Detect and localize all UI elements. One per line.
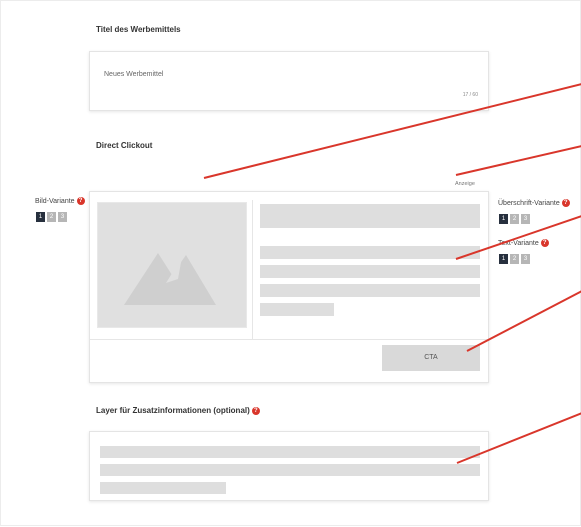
image-placeholder: [97, 202, 247, 328]
ueberschrift-variante-option-3[interactable]: 3: [521, 214, 530, 224]
bild-variante-text: Bild-Variante: [35, 197, 75, 205]
bild-variante-selector: 1 2 3: [36, 212, 67, 222]
help-icon[interactable]: ?: [76, 197, 85, 205]
text-variante-label: Text-Variante?: [498, 239, 549, 247]
text-line-placeholder: [260, 265, 480, 278]
layer-line-placeholder-short: [100, 482, 226, 494]
ad-editor-page: Titel des Werbemittels Neues Werbemittel…: [0, 0, 581, 526]
text-variante-text: Text-Variante: [498, 239, 539, 247]
text-variante-option-2[interactable]: 2: [510, 254, 519, 264]
ueberschrift-variante-text: Überschrift-Variante: [498, 199, 560, 207]
anzeige-label: Anzeige: [455, 181, 475, 187]
help-icon[interactable]: ?: [540, 239, 549, 247]
ueberschrift-variante-selector: 1 2 3: [499, 214, 530, 224]
layer-section-text: Layer für Zusatzinformationen (optional): [96, 406, 250, 415]
annotation-line-headline: [455, 145, 581, 176]
bild-variante-option-2[interactable]: 2: [47, 212, 56, 222]
text-variante-selector: 1 2 3: [499, 254, 530, 264]
bild-variante-option-1[interactable]: 1: [36, 212, 45, 222]
text-variante-option-3[interactable]: 3: [521, 254, 530, 264]
layer-line-placeholder: [100, 446, 480, 458]
title-section-label: Titel des Werbemittels: [96, 25, 181, 34]
text-line-placeholder: [260, 284, 480, 297]
preview-bottom-divider: [90, 339, 488, 340]
mountain-image-icon: [124, 253, 216, 305]
direct-clickout-label: Direct Clickout: [96, 141, 153, 150]
text-line-placeholder: [260, 246, 480, 259]
layer-line-placeholder: [100, 464, 480, 476]
ueberschrift-variante-label: Überschrift-Variante?: [498, 199, 570, 207]
title-char-counter: 17 / 60: [462, 92, 478, 98]
text-line-placeholder-short: [260, 303, 334, 316]
bild-variante-option-3[interactable]: 3: [58, 212, 67, 222]
title-input-panel[interactable]: Neues Werbemittel 17 / 60: [89, 51, 489, 111]
text-variante-option-1[interactable]: 1: [499, 254, 508, 264]
help-icon[interactable]: ?: [561, 199, 570, 207]
preview-divider: [252, 200, 253, 340]
bild-variante-label: Bild-Variante?: [35, 197, 85, 205]
headline-placeholder: [260, 204, 480, 228]
title-input-value[interactable]: Neues Werbemittel: [104, 71, 163, 78]
ueberschrift-variante-option-1[interactable]: 1: [499, 214, 508, 224]
help-icon[interactable]: ?: [251, 406, 260, 415]
layer-panel[interactable]: [89, 431, 489, 501]
cta-button[interactable]: CTA: [382, 345, 480, 371]
layer-section-label: Layer für Zusatzinformationen (optional)…: [96, 406, 260, 415]
ad-preview-card: CTA: [89, 191, 489, 383]
ueberschrift-variante-option-2[interactable]: 2: [510, 214, 519, 224]
